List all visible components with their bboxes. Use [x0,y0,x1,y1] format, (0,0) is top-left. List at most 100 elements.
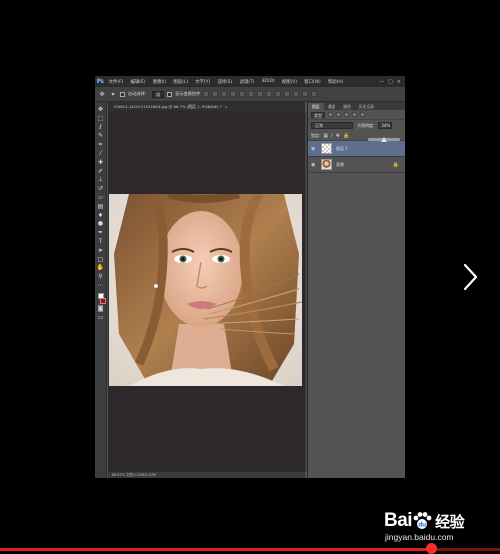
toolbox: ✥ ⬚ ℓ ✎ ⌗ ⁄ ✚ ✐ ⊥ ↺ ▱ ▤ ♦ ● ✒ T ➤ □ ✋ ⚲ … [95,102,107,478]
chevron-right-icon[interactable] [462,262,480,292]
more-tools-icon[interactable]: ⋯ [97,282,104,289]
menu-help[interactable]: 帮助(H) [324,79,347,85]
quick-mask-icon[interactable]: ◙ [97,305,104,312]
distribute-center-icon[interactable] [293,91,300,97]
filter-smart-object-icon[interactable] [360,112,365,117]
video-progress-fill [0,548,435,551]
kind-filter-dropdown[interactable]: 类型 [311,111,325,118]
lasso-tool-icon[interactable]: ℓ [97,124,104,131]
show-transform-checkbox[interactable] [167,91,173,97]
window-controls: — □ × [379,79,405,85]
video-progress-bar[interactable] [0,548,500,551]
eraser-tool-icon[interactable]: ▱ [97,194,104,201]
paw-icon: du [413,512,432,529]
menu-file[interactable]: 文件(F) [105,79,127,85]
quick-select-tool-icon[interactable]: ✎ [97,132,104,139]
panel-tabs: 图层 通道 路径 历史记录 [308,102,405,110]
pen-tool-icon[interactable]: ✒ [97,229,104,236]
menu-view[interactable]: 视图(V) [278,79,300,85]
svg-text:du: du [418,522,426,529]
dodge-tool-icon[interactable]: ● [97,220,104,227]
zoom-tool-icon[interactable]: ⚲ [97,273,104,280]
video-progress-knob[interactable] [426,543,437,554]
history-brush-tool-icon[interactable]: ↺ [97,185,104,192]
layer-name: 图层 1 [336,145,348,151]
background-color-swatch[interactable] [99,297,106,304]
eyedropper-tool-icon[interactable]: ⁄ [97,150,104,157]
tab-history[interactable]: 历史记录 [355,103,378,110]
align-middle-icon[interactable] [212,91,219,97]
filter-pixel-icon[interactable] [328,112,333,117]
type-tool-icon[interactable]: T [97,238,104,245]
distribute-middle-icon[interactable] [266,91,273,97]
layer-name: 背景 [336,161,344,167]
path-select-tool-icon[interactable]: ➤ [97,247,104,254]
minimize-button[interactable]: — [379,79,384,85]
maximize-button[interactable]: □ [388,79,393,85]
distribute-right-icon[interactable] [302,91,309,97]
document-close-icon[interactable]: × [225,104,228,109]
menu-filter[interactable]: 滤镜(T) [236,79,258,85]
opacity-field[interactable]: 34% [378,122,393,129]
distribute-top-icon[interactable] [257,91,264,97]
lock-icon: 🔒 [392,161,399,168]
blend-row: 正常 不透明度: 34% [308,120,405,131]
auto-select-label: 自动选择： [128,91,149,96]
gradient-tool-icon[interactable]: ▤ [97,203,104,210]
auto-select-dropdown[interactable]: 组 [151,90,165,98]
filter-shape-icon[interactable] [352,112,357,117]
screen-mode-icon[interactable]: ▭ [97,314,104,321]
align-top-icon[interactable] [203,91,210,97]
portrait-photo [109,194,302,386]
distribute-bottom-icon[interactable] [275,91,282,97]
eye-icon[interactable]: ◉ [311,162,317,168]
align-right-icon[interactable] [248,91,255,97]
healing-brush-tool-icon[interactable]: ✚ [97,159,104,166]
align-center-icon[interactable] [239,91,246,97]
canvas-area[interactable] [108,111,305,478]
layer-thumbnail [321,159,332,170]
menu-image[interactable]: 图像(I) [149,79,170,85]
align-left-icon[interactable] [230,91,237,97]
filter-type-icon[interactable] [344,112,349,117]
shape-tool-icon[interactable]: □ [97,256,104,263]
tab-layers[interactable]: 图层 [308,103,324,110]
tab-paths[interactable]: 路径 [339,103,355,110]
menu-edit[interactable]: 编辑(E) [127,79,149,85]
menu-type[interactable]: 文字(Y) [192,79,214,85]
hand-tool-icon[interactable]: ✋ [97,264,104,271]
document-tab[interactable]: 150612-1410151541864.jpg @ 66.7% (图层 1, … [108,102,305,111]
show-transform-label: 显示变换控件 [175,91,201,96]
lock-all-icon[interactable]: 🔒 [343,133,349,139]
menu-window[interactable]: 窗口(W) [301,79,325,85]
crop-tool-icon[interactable]: ⌗ [97,141,104,148]
eye-icon[interactable]: ◉ [311,146,317,152]
brush-tool-icon[interactable]: ✐ [97,168,104,175]
lock-brush-icon[interactable]: ∕ [331,133,333,139]
layers-panel: 图层 通道 路径 历史记录 类型 正常 不透明度: 34% 锁定: ▦ ∕ ✥ … [307,102,405,478]
opacity-slider-knob[interactable] [381,137,387,142]
auto-select-checkbox[interactable] [120,91,125,97]
layer-row-background[interactable]: ◉ 背景 🔒 [308,157,405,173]
auto-align-icon[interactable] [311,91,318,97]
lock-transparent-icon[interactable]: ▦ [323,133,328,139]
move-tool-icon[interactable]: ✥ [97,106,104,113]
tab-channels[interactable]: 通道 [324,103,340,110]
menu-select[interactable]: 选择(S) [214,79,236,85]
dropdown-icon[interactable]: ▾ [109,90,117,98]
video-frame: Ps 文件(F) 编辑(E) 图像(I) 图层(L) 文字(Y) 选择(S) 滤… [0,0,500,554]
blur-tool-icon[interactable]: ♦ [97,212,104,219]
move-tool-icon[interactable]: ✥ [98,90,106,98]
layer-row-1[interactable]: ◉ 图层 1 [308,141,405,157]
clone-stamp-tool-icon[interactable]: ⊥ [97,176,104,183]
filter-adjustment-icon[interactable] [336,112,341,117]
marquee-tool-icon[interactable]: ⬚ [97,115,104,122]
distribute-left-icon[interactable] [284,91,291,97]
menu-layer[interactable]: 图层(L) [170,79,192,85]
options-bar: ✥ ▾ 自动选择： 组 显示变换控件 [95,87,405,102]
lock-move-icon[interactable]: ✥ [336,133,340,139]
menu-3d[interactable]: 3D(D) [258,79,278,84]
blend-mode-dropdown[interactable]: 正常 [311,122,353,129]
align-bottom-icon[interactable] [221,91,228,97]
close-button[interactable]: × [397,79,401,85]
